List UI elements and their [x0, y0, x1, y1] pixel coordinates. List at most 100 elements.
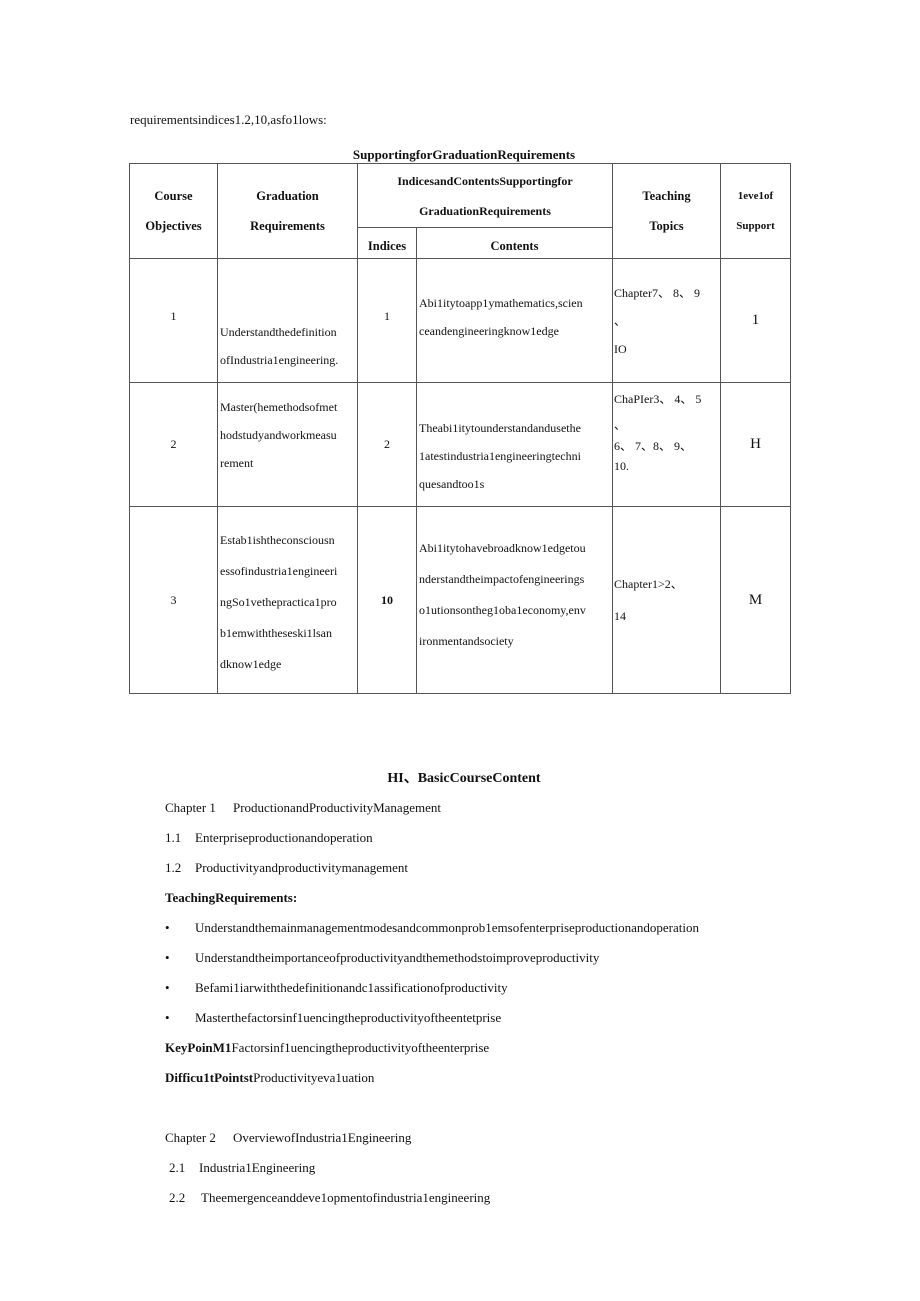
content-cell: Abi1itytohavebroadknow1edgetou nderstand…: [416, 506, 613, 694]
chapter-item: 1.2 Productivityandproductivitymanagement: [165, 860, 408, 876]
table-title: SupportingforGraduationRequirements: [352, 147, 576, 162]
bullet-icon: •: [165, 950, 170, 965]
requirement-line: b1emwiththeseski1lsan: [220, 625, 332, 640]
table-row: 1 Understandthedefinition ofIndustria1en…: [129, 258, 791, 383]
level-cell: 1: [720, 258, 791, 383]
topics-line: 、: [614, 418, 627, 432]
content-line: Theabi1itytounderstandandusethe: [419, 421, 581, 435]
content-line: ceandengineeringknow1edge: [419, 323, 559, 338]
objective-cell: 3: [129, 506, 218, 694]
topics-line: 、: [614, 313, 627, 328]
chapter-1-title: Chapter 1 ProductionandProductivityManage…: [165, 800, 441, 816]
content-line: o1utionsontheg1oba1economy,env: [419, 603, 586, 617]
header-text: Graduation: [256, 189, 319, 203]
content-line: 1atestindustria1engineeringtechni: [419, 449, 581, 463]
requirement-line: dknow1edge: [220, 656, 282, 671]
requirement-line: Estab1ishtheconsciousn: [220, 532, 335, 547]
index-cell: 10: [357, 506, 417, 694]
topics-line: 14: [614, 609, 626, 623]
bullet-item: • Understandthemainmanagementmodesandcomm…: [165, 920, 699, 936]
requirement-line: ngSo1vethepractica1pro: [220, 594, 337, 609]
item-text: Theemergenceanddeve1opmentofindustria1en…: [201, 1190, 491, 1205]
item-number: 2.2: [169, 1190, 186, 1205]
requirement-cell: Estab1ishtheconsciousn essofindustria1en…: [217, 506, 358, 694]
item-text: Industria1Engineering: [199, 1160, 316, 1175]
objective-cell: 2: [129, 382, 218, 507]
table-row: 2 Master(hemethodsofmet hodstudyandworkm…: [129, 382, 791, 507]
chapter-title-text: ProductionandProductivityManagement: [233, 800, 441, 815]
bullet-text: Understandtheimportanceofproductivityand…: [195, 950, 600, 965]
content-line: Abi1itytohavebroadknow1edgetou: [419, 541, 586, 555]
header-text: IndicesandContentsSupportingfor: [397, 173, 573, 188]
content-cell: Theabi1itytounderstandandusethe 1atestin…: [416, 382, 613, 507]
topics-cell: Chapter1>2、 14: [612, 506, 721, 694]
requirement-cell: Understandthedefinition ofIndustria1engi…: [217, 258, 358, 383]
chapter-label: Chapter 2: [165, 1130, 216, 1145]
table-row: 3 Estab1ishtheconsciousn essofindustria1…: [129, 506, 791, 694]
requirement-line: Master(hemethodsofmet: [220, 400, 338, 414]
graduation-requirements-table: Course Objectives Graduation Requirement…: [129, 163, 791, 694]
objective-cell: 1: [129, 258, 218, 383]
topics-line: ChaPIer3、 4、 5: [614, 392, 702, 406]
content-line: quesandtoo1s: [419, 477, 485, 491]
topics-line: Chapter1>2、: [614, 577, 683, 591]
chapter-label: Chapter 1: [165, 800, 216, 815]
bullet-icon: •: [165, 920, 170, 935]
key-point-label: KeyPoinM1: [165, 1040, 232, 1055]
item-text: Productivityandproductivitymanagement: [195, 860, 409, 875]
content-line: nderstandtheimpactofengineerings: [419, 572, 585, 586]
content-cell: Abi1itytoapp1ymathematics,scien ceandeng…: [416, 258, 613, 383]
header-level-of-support: 1eve1of Support: [720, 163, 791, 259]
header-indices-contents-group: IndicesandContentsSupportingfor Graduati…: [357, 163, 613, 228]
header-text: Teaching: [642, 189, 691, 203]
item-number: 1.1: [165, 830, 182, 845]
chapter-2-title: Chapter 2 OverviewofIndustria1Engineering: [165, 1130, 411, 1146]
key-point-text: Factorsinf1uencingtheproductivityoftheen…: [231, 1040, 490, 1055]
content-line: Abi1itytoapp1ymathematics,scien: [419, 295, 583, 310]
teaching-requirements-label: TeachingRequirements:: [165, 890, 298, 905]
bullet-icon: •: [165, 1010, 170, 1025]
header-text: 1eve1of: [737, 190, 774, 202]
chapter-item: 2.1 Industria1Engineering: [169, 1160, 315, 1176]
bullet-item: • Masterthefactorsinf1uencingtheproductiv…: [165, 1010, 501, 1026]
bullet-text: Befami1iarwiththedefinitionandc1assifica…: [195, 980, 508, 995]
item-number: 1.2: [165, 860, 182, 875]
requirement-line: essofindustria1engineeri: [220, 563, 338, 578]
topics-line: IO: [614, 341, 627, 356]
header-graduation-requirements: Graduation Requirements: [217, 163, 358, 259]
topics-cell: Chapter7、 8、 9 、 IO: [612, 258, 721, 383]
bullet-text: Understandthemainmanagementmodesandcommo…: [195, 920, 699, 935]
header-text: GraduationRequirements: [419, 203, 551, 218]
level-cell: H: [720, 382, 791, 507]
topics-line: 10.: [614, 459, 629, 473]
content-line: ironmentandsociety: [419, 634, 514, 648]
item-number: 2.1: [169, 1160, 186, 1175]
requirement-cell: Master(hemethodsofmet hodstudyandworkmea…: [217, 382, 358, 507]
bullet-item: • Befami1iarwiththedefinitionandc1assific…: [165, 980, 508, 996]
header-contents: Contents: [416, 227, 613, 259]
bullet-icon: •: [165, 980, 170, 995]
topics-cell: ChaPIer3、 4、 5 、 6、 7、8、 9、 10.: [612, 382, 721, 507]
level-cell: M: [720, 506, 791, 694]
header-text: Support: [736, 220, 775, 232]
chapter-item: 2.2 Theemergenceanddeve1opmentofindustria…: [169, 1190, 490, 1206]
topics-line: 6、 7、8、 9、: [614, 439, 693, 453]
header-course-objectives: Course Objectives: [129, 163, 218, 259]
chapter-item: 1.1 Enterpriseproductionandoperation: [165, 830, 373, 846]
difficult-point-text: Productivityeva1uation: [253, 1070, 375, 1085]
header-text: Objectives: [145, 219, 202, 233]
bullet-item: • Understandtheimportanceofproductivityan…: [165, 950, 599, 966]
section-heading: HI、BasicCourseContent: [387, 771, 541, 786]
key-point: KeyPoinM1Factorsinf1uencingtheproductivi…: [165, 1040, 489, 1056]
index-cell: 2: [357, 382, 417, 507]
intro-text: requirementsindices1.2,10,asfo1lows:: [130, 112, 327, 127]
header-indices: Indices: [357, 227, 417, 259]
difficult-point-label: Difficu1tPointst: [165, 1070, 254, 1085]
requirement-line: Understandthedefinition: [220, 325, 337, 339]
bullet-text: Masterthefactorsinf1uencingtheproductivi…: [195, 1010, 502, 1025]
header-text: Course: [154, 189, 193, 203]
difficult-point: Difficu1tPointstProductivityeva1uation: [165, 1070, 374, 1086]
chapter-title-text: OverviewofIndustria1Engineering: [233, 1130, 412, 1145]
item-text: Enterpriseproductionandoperation: [195, 830, 373, 845]
index-cell: 1: [357, 258, 417, 383]
